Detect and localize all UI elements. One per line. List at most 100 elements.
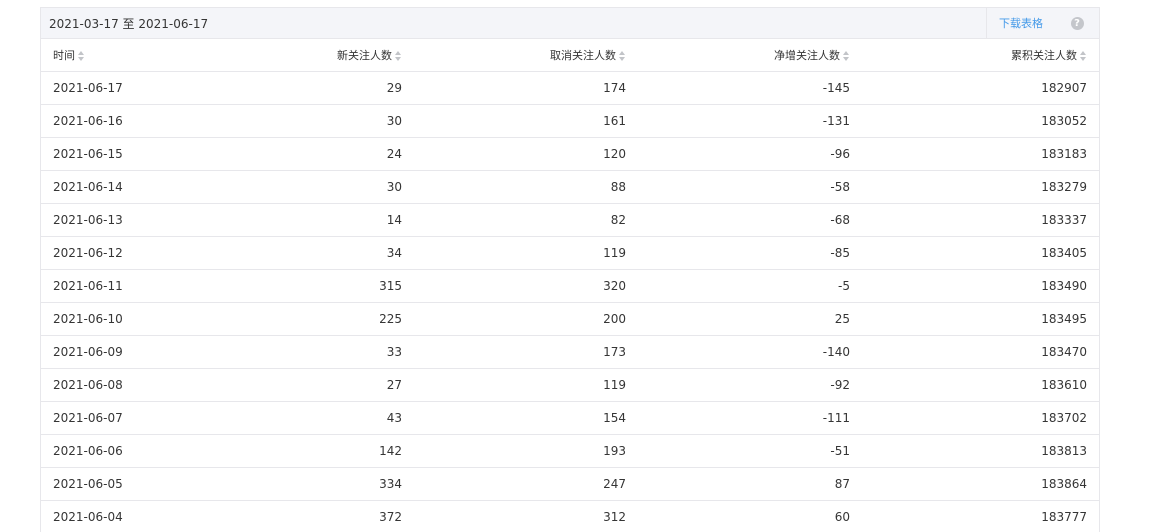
column-header-label: 净增关注人数 (774, 48, 840, 62)
cell-total-followers: 183864 (862, 467, 1099, 501)
cell-new-followers: 29 (190, 71, 414, 105)
table-row: 2021-06-05 334 247 87 183864 (41, 467, 1099, 501)
cell-total-followers: 183495 (862, 302, 1099, 336)
column-header-label: 取消关注人数 (550, 48, 616, 62)
table-body: 2021-06-17 29 174 -145 182907 2021-06-16 30 161… (41, 71, 1099, 532)
cell-unfollows: 120 (414, 137, 638, 171)
sort-icon[interactable] (78, 50, 85, 61)
cell-total-followers: 182907 (862, 71, 1099, 105)
cell-unfollows: 82 (414, 203, 638, 237)
cell-unfollows: 174 (414, 71, 638, 105)
cell-total-followers: 183777 (862, 500, 1099, 532)
cell-new-followers: 24 (190, 137, 414, 171)
cell-new-followers: 334 (190, 467, 414, 501)
cell-unfollows: 119 (414, 368, 638, 402)
cell-date: 2021-06-11 (41, 269, 190, 303)
cell-unfollows: 173 (414, 335, 638, 369)
cell-date: 2021-06-12 (41, 236, 190, 270)
cell-date: 2021-06-17 (41, 71, 190, 105)
cell-total-followers: 183183 (862, 137, 1099, 171)
table-row: 2021-06-09 33 173 -140 183470 (41, 335, 1099, 369)
cell-net-followers: -145 (638, 71, 862, 105)
table-row: 2021-06-16 30 161 -131 183052 (41, 104, 1099, 138)
help-icon[interactable]: ? (1070, 16, 1084, 30)
table-row: 2021-06-17 29 174 -145 182907 (41, 71, 1099, 105)
cell-new-followers: 225 (190, 302, 414, 336)
table-row: 2021-06-11 315 320 -5 183490 (41, 269, 1099, 303)
download-table-button[interactable]: 下载表格 (986, 7, 1055, 39)
cell-date: 2021-06-09 (41, 335, 190, 369)
cell-net-followers: 60 (638, 500, 862, 532)
cell-net-followers: -131 (638, 104, 862, 138)
table-row: 2021-06-12 34 119 -85 183405 (41, 236, 1099, 270)
cell-total-followers: 183337 (862, 203, 1099, 237)
sort-icon[interactable] (843, 50, 850, 61)
column-header-label: 累积关注人数 (1011, 48, 1077, 62)
table-row: 2021-06-08 27 119 -92 183610 (41, 368, 1099, 402)
cell-new-followers: 14 (190, 203, 414, 237)
cell-new-followers: 142 (190, 434, 414, 468)
cell-new-followers: 315 (190, 269, 414, 303)
column-header-total-followers[interactable]: 累积关注人数 (862, 39, 1099, 72)
column-header-new-followers[interactable]: 新关注人数 (190, 39, 414, 72)
table-toolbar: 2021-03-17 至 2021-06-17 下载表格 ? (41, 7, 1099, 39)
column-header-unfollows[interactable]: 取消关注人数 (414, 39, 638, 72)
table-row: 2021-06-10 225 200 25 183495 (41, 302, 1099, 336)
column-header-net-followers[interactable]: 净增关注人数 (638, 39, 862, 72)
sort-icon[interactable] (619, 50, 626, 61)
cell-unfollows: 119 (414, 236, 638, 270)
table-row: 2021-06-15 24 120 -96 183183 (41, 137, 1099, 171)
cell-total-followers: 183490 (862, 269, 1099, 303)
cell-net-followers: -92 (638, 368, 862, 402)
cell-date: 2021-06-04 (41, 500, 190, 532)
help-button[interactable]: ? (1055, 7, 1099, 39)
table-row: 2021-06-04 372 312 60 183777 (41, 500, 1099, 532)
cell-date: 2021-06-05 (41, 467, 190, 501)
cell-net-followers: -140 (638, 335, 862, 369)
cell-total-followers: 183470 (862, 335, 1099, 369)
cell-net-followers: 87 (638, 467, 862, 501)
cell-net-followers: -5 (638, 269, 862, 303)
table-row: 2021-06-14 30 88 -58 183279 (41, 170, 1099, 204)
cell-unfollows: 312 (414, 500, 638, 532)
column-header-date[interactable]: 时间 (41, 39, 190, 72)
column-header-label: 新关注人数 (337, 48, 392, 62)
cell-date: 2021-06-16 (41, 104, 190, 138)
table-row: 2021-06-07 43 154 -111 183702 (41, 401, 1099, 435)
cell-unfollows: 88 (414, 170, 638, 204)
cell-unfollows: 320 (414, 269, 638, 303)
cell-net-followers: 25 (638, 302, 862, 336)
table-row: 2021-06-06 142 193 -51 183813 (41, 434, 1099, 468)
column-header-label: 时间 (53, 48, 75, 62)
cell-total-followers: 183279 (862, 170, 1099, 204)
cell-net-followers: -96 (638, 137, 862, 171)
cell-date: 2021-06-06 (41, 434, 190, 468)
cell-new-followers: 372 (190, 500, 414, 532)
cell-new-followers: 30 (190, 170, 414, 204)
cell-date: 2021-06-15 (41, 137, 190, 171)
table-header-row: 时间 新关注人数 取消关注人数 净增关注人数 累积关注人数 (41, 39, 1099, 72)
cell-total-followers: 183813 (862, 434, 1099, 468)
cell-net-followers: -58 (638, 170, 862, 204)
cell-net-followers: -111 (638, 401, 862, 435)
sort-icon[interactable] (1080, 50, 1087, 61)
cell-unfollows: 154 (414, 401, 638, 435)
cell-unfollows: 161 (414, 104, 638, 138)
cell-date: 2021-06-08 (41, 368, 190, 402)
stats-panel: 2021-03-17 至 2021-06-17 下载表格 ? 时间 新关注人数 … (40, 7, 1100, 532)
cell-total-followers: 183610 (862, 368, 1099, 402)
cell-net-followers: -51 (638, 434, 862, 468)
date-range: 2021-03-17 至 2021-06-17 (49, 16, 209, 31)
sort-icon[interactable] (395, 50, 402, 61)
cell-date: 2021-06-14 (41, 170, 190, 204)
cell-net-followers: -85 (638, 236, 862, 270)
cell-unfollows: 247 (414, 467, 638, 501)
cell-unfollows: 193 (414, 434, 638, 468)
followers-table: 时间 新关注人数 取消关注人数 净增关注人数 累积关注人数 2021-06-17… (41, 39, 1099, 532)
cell-total-followers: 183405 (862, 236, 1099, 270)
cell-new-followers: 43 (190, 401, 414, 435)
cell-new-followers: 30 (190, 104, 414, 138)
cell-net-followers: -68 (638, 203, 862, 237)
cell-date: 2021-06-13 (41, 203, 190, 237)
table-row: 2021-06-13 14 82 -68 183337 (41, 203, 1099, 237)
